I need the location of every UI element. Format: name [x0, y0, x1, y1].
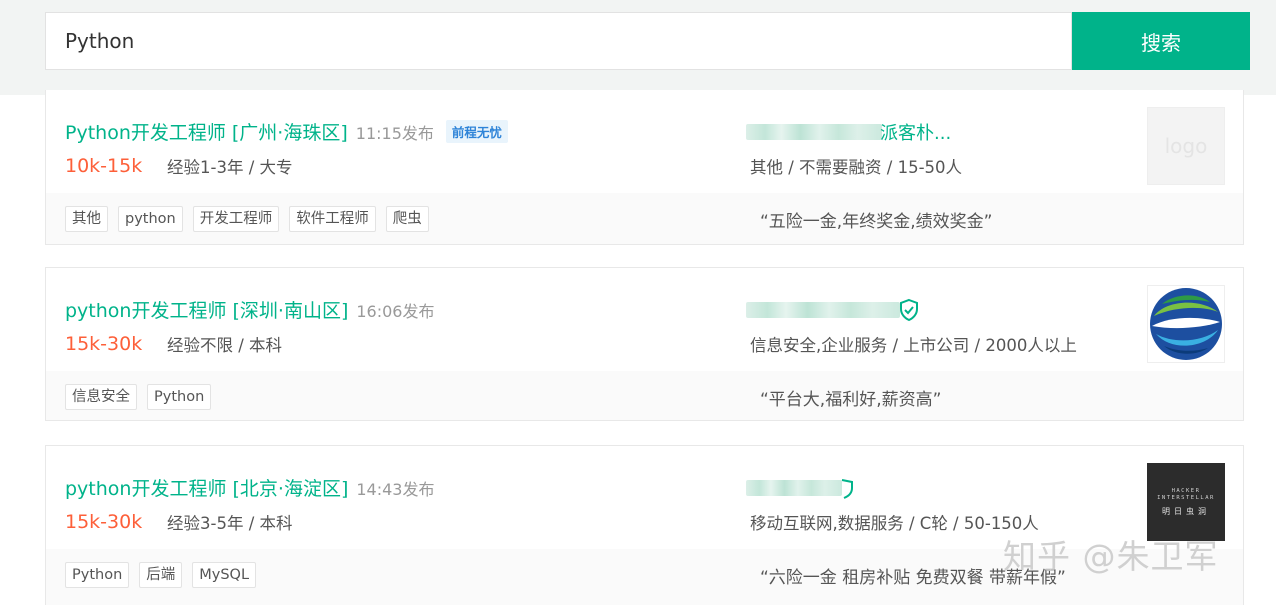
job-title-row: Python开发工程师 [广州·海珠区] 11:15发布 前程无忧	[65, 118, 508, 145]
tag: MySQL	[192, 562, 257, 588]
tag: 后端	[139, 562, 183, 588]
tag: 开发工程师	[192, 206, 280, 232]
job-title-row: python开发工程师 [深圳·南山区] 16:06发布	[65, 296, 435, 323]
blurred-company-name	[746, 124, 882, 140]
logo-line: INTERSTELLAR	[1157, 494, 1215, 501]
tag: 爬虫	[385, 206, 429, 232]
company-logo[interactable]: logo	[1147, 107, 1225, 185]
job-card[interactable]: Python开发工程师 [广州·海珠区] 11:15发布 前程无忧 10k-15…	[45, 90, 1244, 245]
job-card-top: Python开发工程师 [广州·海珠区] 11:15发布 前程无忧 10k-15…	[46, 90, 1243, 193]
company-info: 移动互联网,数据服务 / C轮 / 50-150人	[750, 514, 1039, 533]
publish-time: 14:43发布	[356, 479, 435, 499]
job-title-link[interactable]: python开发工程师 [深圳·南山区]	[65, 296, 348, 323]
logo-line: 明日虫洞	[1162, 506, 1210, 516]
company-info: 其他 / 不需要融资 / 15-50人	[750, 158, 963, 177]
tag: 其他	[65, 206, 108, 232]
job-title-row: python开发工程师 [北京·海淀区] 14:43发布	[65, 474, 435, 501]
source-badge: 前程无忧	[445, 120, 508, 143]
blurred-company-name	[746, 302, 900, 318]
company-name-link[interactable]	[746, 298, 920, 322]
job-title-link[interactable]: Python开发工程师 [广州·海珠区]	[65, 118, 348, 145]
salary: 10k-15k	[65, 155, 143, 177]
verified-shield-icon	[841, 479, 853, 499]
tag: python	[118, 206, 183, 232]
salary-row: 15k-30k 经验3-5年 / 本科	[65, 510, 293, 534]
company-name-link[interactable]: 派客朴...	[746, 120, 951, 144]
salary-row: 10k-15k 经验1-3年 / 大专	[65, 154, 293, 178]
search-input[interactable]	[45, 12, 1072, 70]
tag: 信息安全	[65, 384, 137, 410]
tag: Python	[65, 562, 130, 588]
job-card[interactable]: python开发工程师 [北京·海淀区] 14:43发布 15k-30k 经验3…	[45, 445, 1244, 605]
publish-time: 16:06发布	[356, 301, 435, 321]
job-title-link[interactable]: python开发工程师 [北京·海淀区]	[65, 474, 348, 501]
benefits: “五险一金,年终奖金,绩效奖金”	[760, 212, 993, 232]
publish-time: 11:15发布	[355, 123, 434, 143]
search-bar: 搜索	[0, 0, 1276, 95]
job-card-bottom: 其他 python 开发工程师 软件工程师 爬虫 “五险一金,年终奖金,绩效奖金…	[46, 193, 1243, 244]
tag: 软件工程师	[289, 206, 376, 232]
tag-list: 信息安全 Python	[65, 384, 221, 410]
company-info: 信息安全,企业服务 / 上市公司 / 2000人以上	[750, 336, 1077, 355]
logo-placeholder-text: logo	[1164, 134, 1208, 158]
company-logo[interactable]	[1147, 285, 1225, 363]
search-button[interactable]: 搜索	[1072, 12, 1250, 70]
benefits: “平台大,福利好,薪资高”	[760, 390, 942, 410]
tag-list: Python 后端 MySQL	[65, 562, 266, 588]
job-requirement: 经验3-5年 / 本科	[167, 514, 293, 533]
verified-shield-icon	[900, 298, 918, 322]
job-requirement: 经验1-3年 / 大专	[167, 158, 293, 177]
job-requirement: 经验不限 / 本科	[167, 336, 283, 355]
job-card-top: python开发工程师 [深圳·南山区] 16:06发布 15k-30k 经验不…	[46, 268, 1243, 371]
salary: 15k-30k	[65, 333, 143, 355]
blurred-company-name	[746, 480, 842, 496]
job-card[interactable]: python开发工程师 [深圳·南山区] 16:06发布 15k-30k 经验不…	[45, 267, 1244, 421]
company-name-link[interactable]	[746, 476, 856, 500]
globe-logo-icon	[1150, 288, 1222, 360]
company-name-text: 派客朴...	[880, 123, 952, 144]
tag: Python	[147, 384, 212, 410]
tag-list: 其他 python 开发工程师 软件工程师 爬虫	[65, 206, 439, 232]
salary: 15k-30k	[65, 511, 143, 533]
salary-row: 15k-30k 经验不限 / 本科	[65, 332, 282, 356]
watermark: 知乎 @朱卫军	[1003, 537, 1219, 576]
logo-line: HACKER	[1171, 487, 1201, 494]
job-card-bottom: 信息安全 Python “平台大,福利好,薪资高”	[46, 371, 1243, 420]
